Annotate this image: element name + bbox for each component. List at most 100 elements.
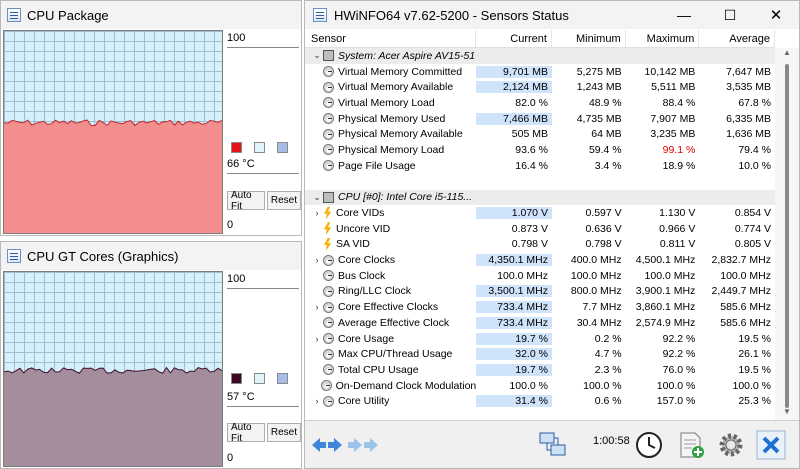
graph-max-value: 100 (227, 273, 299, 289)
collapse-chevron-icon[interactable]: ⌄ (311, 50, 323, 61)
line-color-swatch[interactable] (231, 142, 242, 153)
graph-plot-area[interactable] (3, 30, 223, 234)
sensor-name-cell: Ring/LLC Clock (305, 285, 476, 297)
sensor-row[interactable]: › Core VIDs 1.070 V 0.597 V 1.130 V 0.854 V (305, 205, 775, 221)
graph-title: CPU Package (27, 7, 109, 23)
minimize-button[interactable]: — (661, 1, 707, 29)
sensor-name-cell: Physical Memory Load (305, 144, 476, 156)
sensor-row[interactable]: Max CPU/Thread Usage 32.0 % 4.7 % 92.2 % 26.… (305, 346, 775, 362)
sensor-group-row[interactable]: ⌄ CPU [#0]: Intel Core i5-115... (305, 189, 775, 206)
sensor-row[interactable]: Uncore VID 0.873 V 0.636 V 0.966 V 0.774 V (305, 221, 775, 237)
sensor-row[interactable]: Ring/LLC Clock 3,500.1 MHz 800.0 MHz 3,900.… (305, 284, 775, 300)
sensor-current-cell: 19.7 % (476, 332, 552, 345)
clock-icon[interactable] (631, 427, 667, 463)
column-header-average[interactable]: Average (699, 30, 776, 47)
sensor-maximum-cell: 92.2 % (662, 348, 696, 361)
sensor-minimum-cell: 400.0 MHz (570, 254, 622, 267)
close-x-icon[interactable] (753, 427, 789, 463)
sensor-group-row[interactable]: ⌄ System: Acer Aspire AV15-51 (305, 48, 775, 64)
sensor-current-cell: 2,124 MB (476, 81, 552, 94)
sensor-row[interactable]: Virtual Memory Available 2,124 MB 1,243 MB… (305, 79, 775, 95)
sensor-average-cell: 585.6 MHz (720, 316, 772, 329)
graph-window-cpu-gt-cores: CPU GT Cores (Graphics) 100 57 °C Auto F… (0, 241, 302, 469)
sensor-average-cell: 100.0 % (732, 379, 772, 392)
auto-fit-button[interactable]: Auto Fit (227, 190, 265, 212)
chip-icon (323, 191, 334, 203)
sensor-row[interactable]: Average Effective Clock 733.4 MHz 30.4 MHz… (305, 315, 775, 331)
graph-title-bar[interactable]: CPU GT Cores (Graphics) (1, 242, 301, 270)
sensor-maximum-cell: 3,235 MB (650, 128, 696, 141)
volt-icon (323, 222, 332, 236)
add-report-icon[interactable] (673, 427, 709, 463)
gauge-icon (320, 380, 332, 392)
sensor-minimum-cell: 5,275 MB (576, 65, 622, 78)
expand-chevron-icon[interactable]: › (311, 255, 323, 265)
sensor-label: Max CPU/Thread Usage (338, 348, 453, 361)
scrollbar-thumb[interactable] (785, 64, 789, 408)
sensor-row[interactable]: › Core Effective Clocks 733.4 MHz 7.7 MHz 3,… (305, 299, 775, 315)
collapse-chevron-icon[interactable]: ⌄ (311, 192, 323, 203)
sensor-row[interactable]: Page File Usage 16.4 % 3.4 % 18.9 % 10.0 % (305, 158, 775, 174)
sensor-minimum-cell: 100.0 % (583, 379, 622, 392)
graph-plot-area[interactable] (3, 271, 223, 467)
grid-color-swatch[interactable] (277, 373, 288, 384)
settings-gear-icon[interactable] (713, 427, 749, 463)
column-header-maximum[interactable]: Maximum (626, 30, 700, 47)
sensor-label: SA VID (336, 238, 370, 251)
sensor-average-cell: 0.854 V (734, 207, 772, 220)
expand-chevron-icon[interactable]: › (311, 334, 323, 344)
gauge-icon (323, 285, 334, 297)
sensor-label: Physical Memory Load (338, 143, 445, 156)
sensor-average-cell: 25.3 % (738, 395, 772, 408)
scroll-up-arrow-icon[interactable]: ▲ (775, 48, 799, 62)
maximize-button[interactable]: ☐ (707, 1, 753, 29)
sensor-row[interactable]: › Core Utility 31.4 % 0.6 % 157.0 % 25.3 % (305, 393, 775, 409)
column-header-minimum[interactable]: Minimum (552, 30, 626, 47)
sensor-row[interactable]: Physical Memory Load 93.6 % 59.4 % 99.1 % 79… (305, 142, 775, 158)
gauge-icon (323, 66, 334, 78)
sensor-row[interactable]: Virtual Memory Committed 9,701 MB 5,275 MB… (305, 64, 775, 80)
sensor-maximum-cell: 10,142 MB (644, 65, 696, 78)
graph-title-bar[interactable]: CPU Package (1, 1, 301, 29)
expand-chevron-icon[interactable]: › (311, 208, 323, 218)
grid-color-swatch[interactable] (277, 142, 288, 153)
sensor-average-cell: 2,832.7 MHz (711, 254, 772, 267)
vertical-scrollbar[interactable]: ▲ ▼ (775, 48, 799, 421)
sensor-current-cell: 93.6 % (515, 143, 548, 156)
sensor-row[interactable]: › Core Usage 19.7 % 0.2 % 92.2 % 19.5 % (305, 331, 775, 347)
line-color-swatch[interactable] (231, 373, 242, 384)
sensor-row[interactable]: Physical Memory Used 7,466 MB 4,735 MB 7,90… (305, 111, 775, 127)
sensors-window-title: HWiNFO64 v7.62-5200 - Sensors Status (334, 7, 569, 23)
sensor-current-cell: 7,466 MB (476, 112, 552, 125)
table-header: Sensor Current Minimum Maximum Average (305, 30, 776, 48)
sensor-name-cell: Virtual Memory Load (305, 97, 476, 109)
sensor-row[interactable]: Total CPU Usage 19.7 % 2.3 % 76.0 % 19.5 % (305, 362, 775, 378)
sensors-title-bar[interactable]: HWiNFO64 v7.62-5200 - Sensors Status — ☐… (305, 1, 799, 29)
reset-button[interactable]: Reset (266, 423, 301, 442)
sensor-row[interactable]: › Core Clocks 4,350.1 MHz 400.0 MHz 4,500.1 … (305, 252, 775, 268)
gauge-icon (323, 395, 334, 407)
network-icon[interactable] (535, 427, 571, 463)
sensor-row[interactable]: Physical Memory Available 505 MB 64 MB 3,23… (305, 126, 775, 142)
background-color-swatch[interactable] (254, 373, 265, 384)
sensor-row[interactable]: On-Demand Clock Modulation 100.0 % 100.0 %… (305, 378, 775, 394)
auto-fit-button[interactable]: Auto Fit (227, 422, 265, 444)
graph-fill-area (4, 367, 222, 466)
background-color-swatch[interactable] (254, 142, 265, 153)
sensor-average-cell: 0.805 V (734, 238, 772, 251)
arrows-left-right-icon[interactable] (309, 427, 345, 463)
scroll-down-arrow-icon[interactable]: ▼ (775, 407, 799, 421)
sensor-name-cell: Average Effective Clock (305, 317, 476, 329)
graph-buttons: Auto Fit Reset (227, 190, 301, 212)
arrows-right-icon[interactable] (345, 427, 381, 463)
sensor-row[interactable]: Virtual Memory Load 82.0 % 48.9 % 88.4 % 67.… (305, 95, 775, 111)
sensor-current-cell: 19.7 % (476, 363, 552, 376)
sensor-row[interactable]: SA VID 0.798 V 0.798 V 0.811 V 0.805 V (305, 237, 775, 253)
sensor-row[interactable]: Bus Clock 100.0 MHz 100.0 MHz 100.0 MHz 100.… (305, 268, 775, 284)
expand-chevron-icon[interactable]: › (311, 302, 323, 312)
column-header-current[interactable]: Current (476, 30, 552, 47)
column-header-sensor[interactable]: Sensor (305, 30, 477, 47)
expand-chevron-icon[interactable]: › (311, 396, 323, 406)
close-button[interactable]: ✕ (753, 1, 799, 29)
reset-button[interactable]: Reset (266, 191, 301, 210)
